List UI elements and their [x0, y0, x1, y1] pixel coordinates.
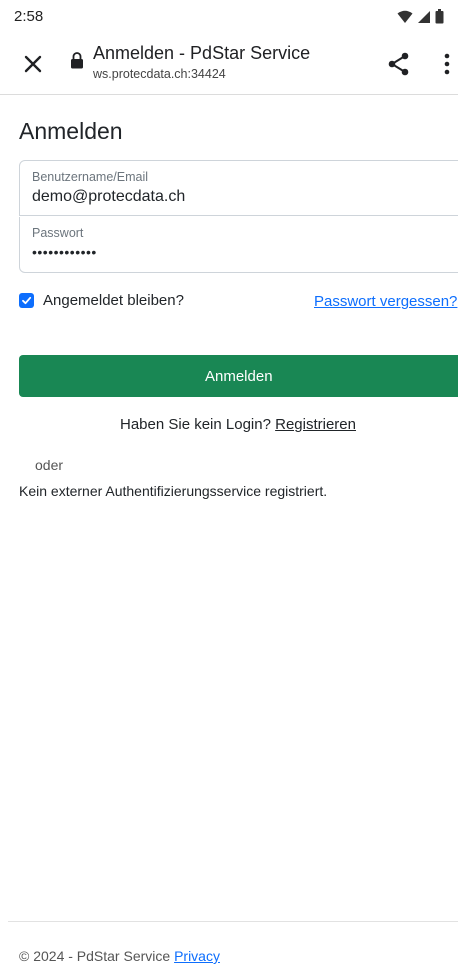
browser-url[interactable]: ws.protecdata.ch:34424 — [93, 67, 226, 81]
password-label: Passwort — [32, 226, 84, 240]
register-prompt: Haben Sie kein Login? — [120, 416, 271, 433]
username-value[interactable]: demo@protecdata.ch — [32, 188, 185, 206]
checkmark-icon — [22, 296, 32, 305]
share-icon[interactable] — [386, 51, 412, 77]
lock-icon — [71, 52, 83, 69]
password-field[interactable]: Passwort •••••••••••• — [19, 217, 458, 273]
or-text: oder — [35, 457, 64, 473]
forgot-password-link[interactable]: Passwort vergessen? — [314, 293, 457, 310]
wifi-icon — [397, 10, 413, 23]
footer-copyright: © 2024 - PdStar Service — [19, 948, 171, 964]
username-field[interactable]: Benutzername/Email demo@protecdata.ch — [19, 160, 458, 216]
status-bar: 2:58 — [0, 0, 458, 34]
external-auth-text: Kein externer Authentifizierungsservice … — [19, 483, 328, 499]
browser-page-title: Anmelden - PdStar Service — [93, 43, 311, 63]
login-button[interactable]: Anmelden — [19, 355, 458, 397]
password-value[interactable]: •••••••••••• — [32, 244, 97, 260]
battery-icon — [435, 9, 444, 24]
register-link[interactable]: Registrieren — [275, 416, 356, 433]
remember-checkbox[interactable] — [19, 293, 34, 308]
page-title: Anmelden — [19, 118, 123, 144]
signal-icon — [418, 10, 430, 23]
status-time: 2:58 — [14, 8, 44, 25]
more-vert-icon[interactable] — [440, 51, 454, 77]
register-line: Haben Sie kein Login? Registrieren — [120, 416, 356, 433]
footer-divider — [8, 921, 458, 922]
close-icon[interactable] — [20, 51, 46, 77]
status-icons — [397, 9, 444, 24]
remember-me[interactable]: Angemeldet bleiben? — [19, 292, 184, 309]
footer: © 2024 - PdStar Service Privacy — [19, 948, 220, 964]
privacy-link[interactable]: Privacy — [174, 948, 220, 964]
remember-label[interactable]: Angemeldet bleiben? — [43, 292, 184, 309]
browser-toolbar: Anmelden - PdStar Service ws.protecdata.… — [0, 34, 458, 95]
username-label: Benutzername/Email — [32, 170, 149, 184]
